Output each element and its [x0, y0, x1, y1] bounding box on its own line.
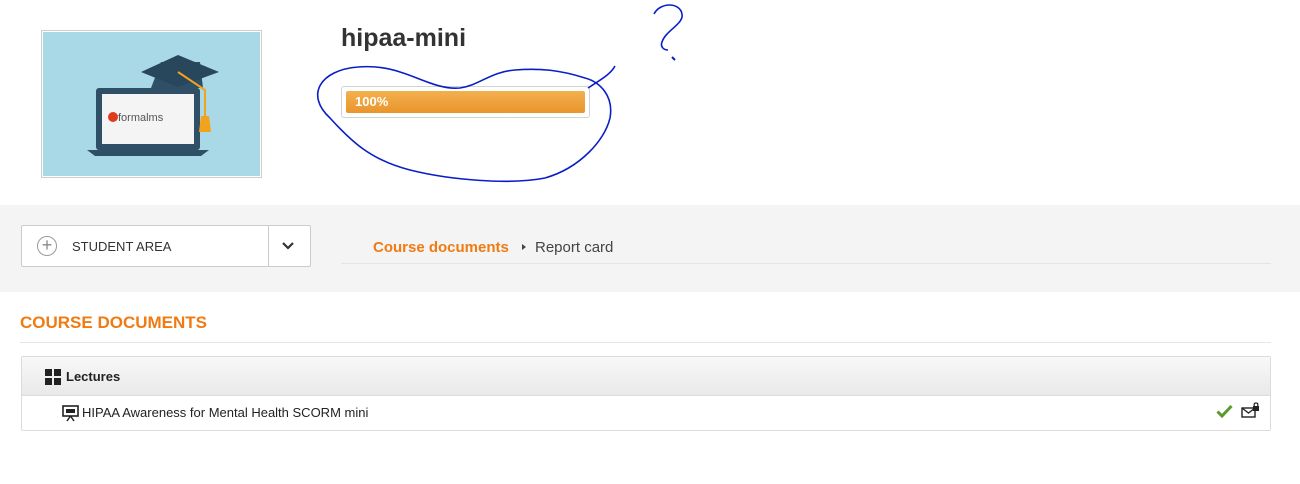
area-select-label: STUDENT AREA [72, 239, 172, 254]
progress-label: 100% [355, 94, 389, 109]
scribble-circle [316, 65, 612, 183]
course-thumbnail: formalms [41, 30, 262, 178]
chevron-down-icon[interactable] [280, 239, 296, 253]
area-select-dropdown[interactable]: + STUDENT AREA [21, 225, 311, 267]
course-progress: 100% [341, 86, 590, 118]
documents-tree: Lectures HIPAA Awareness for Mental Heal… [21, 356, 1271, 431]
breadcrumb-course-documents[interactable]: Course documents [373, 239, 509, 256]
scribble-tail [587, 65, 616, 89]
section-heading: COURSE DOCUMENTS [20, 313, 208, 332]
breadcrumb-report-card: Report card [535, 239, 614, 256]
thumbnail-logo-text: formalms [118, 112, 164, 124]
checkmark-icon [1216, 404, 1233, 418]
question-mark-curve [653, 4, 683, 51]
document-item[interactable]: HIPAA Awareness for Mental Health SCORM … [22, 395, 1270, 431]
plus-circle-icon: + [37, 236, 57, 256]
section-divider [20, 342, 1271, 343]
course-title: hipaa-mini [341, 24, 467, 52]
locked-mail-icon[interactable] [1241, 402, 1260, 419]
dropdown-divider [268, 226, 269, 266]
question-mark-dot [671, 56, 676, 61]
progress-fill: 100% [346, 91, 585, 113]
document-item-label[interactable]: HIPAA Awareness for Mental Health SCORM … [82, 405, 368, 420]
folder-label: Lectures [66, 369, 121, 384]
folder-grid-icon [45, 369, 61, 385]
breadcrumb: Course documents Report card [341, 238, 1271, 264]
course-thumbnail-illustration: formalms [43, 32, 260, 176]
breadcrumb-separator-icon [522, 244, 526, 250]
presentation-icon [62, 405, 79, 422]
folder-row[interactable]: Lectures [22, 357, 1270, 396]
